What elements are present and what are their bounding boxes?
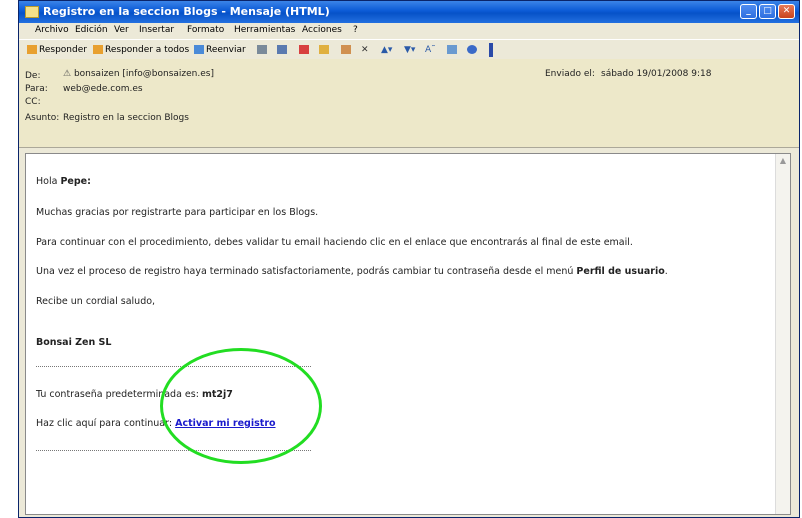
flag-icon[interactable]: [299, 43, 311, 57]
to-label: Para:: [25, 84, 48, 94]
menu-edicion[interactable]: Edición: [75, 25, 108, 35]
menu-archivo[interactable]: Archivo: [35, 25, 69, 35]
forward-icon: [194, 45, 204, 54]
close-button[interactable]: ✕: [778, 4, 795, 19]
toolbar-handle-icon: [489, 43, 495, 57]
signature: Bonsai Zen SL: [36, 337, 112, 348]
sent-date: sábado 19/01/2008 9:18: [601, 69, 712, 79]
reply-all-button[interactable]: Responder a todos: [93, 43, 189, 57]
delete-icon[interactable]: ✕: [361, 43, 369, 57]
help-icon[interactable]: [467, 43, 479, 57]
next-item-icon[interactable]: ▼▾: [404, 43, 415, 57]
reply-icon: [27, 45, 37, 54]
toolbar: Responder Responder a todos Reenviar ✕ ▲…: [19, 39, 799, 61]
menu-insertar[interactable]: Insertar: [139, 25, 174, 35]
categorize-icon[interactable]: [341, 43, 353, 57]
save-icon[interactable]: [277, 43, 289, 57]
menu-bar: Archivo Edición Ver Insertar Formato Her…: [19, 23, 799, 39]
reply-all-icon: [93, 45, 103, 54]
body-line-4: Recibe un cordial saludo,: [36, 296, 156, 307]
cc-label: CC:: [25, 97, 41, 107]
body-line-3: Una vez el proceso de registro haya term…: [36, 266, 668, 277]
window-title: Registro en la seccion Blogs - Mensaje (…: [43, 5, 330, 18]
menu-formato[interactable]: Formato: [187, 25, 224, 35]
email-window: Registro en la seccion Blogs - Mensaje (…: [18, 0, 800, 518]
highlight-circle: [160, 348, 322, 464]
greeting: Hola Pepe:: [36, 176, 91, 187]
subject: Registro en la seccion Blogs: [63, 113, 189, 123]
subject-label: Asunto:: [25, 113, 60, 123]
attach-icon[interactable]: [319, 43, 331, 57]
envelope-icon: [25, 6, 39, 18]
address-book-icon[interactable]: [447, 43, 459, 57]
recipient[interactable]: web@ede.com.es: [63, 84, 143, 94]
title-bar: Registro en la seccion Blogs - Mensaje (…: [19, 1, 799, 23]
sent-label: Enviado el:: [545, 69, 595, 79]
menu-acciones[interactable]: Acciones: [302, 25, 342, 35]
contact-icon: ⚠: [63, 69, 74, 79]
message-header: De: ⚠ bonsaizen [info@bonsaizen.es] Para…: [19, 59, 799, 148]
maximize-button[interactable]: □: [759, 4, 776, 19]
reply-button[interactable]: Responder: [27, 43, 87, 57]
sender[interactable]: ⚠ bonsaizen [info@bonsaizen.es]: [63, 69, 214, 79]
scroll-up-icon[interactable]: ▲: [776, 154, 790, 168]
vertical-scrollbar[interactable]: ▲: [775, 154, 790, 514]
print-icon[interactable]: [257, 43, 269, 57]
minimize-button[interactable]: _: [740, 4, 757, 19]
menu-help[interactable]: ?: [353, 25, 358, 35]
font-size-icon[interactable]: A˜: [425, 43, 436, 57]
forward-button[interactable]: Reenviar: [194, 43, 246, 57]
body-line-1: Muchas gracias por registrarte para part…: [36, 207, 319, 218]
previous-item-icon[interactable]: ▲▾: [381, 43, 392, 57]
from-label: De:: [25, 71, 41, 81]
body-line-2: Para continuar con el procedimiento, deb…: [36, 237, 633, 248]
menu-ver[interactable]: Ver: [114, 25, 129, 35]
message-body: ▲ Hola Pepe: Muchas gracias por registra…: [25, 153, 791, 515]
menu-herramientas[interactable]: Herramientas: [234, 25, 295, 35]
